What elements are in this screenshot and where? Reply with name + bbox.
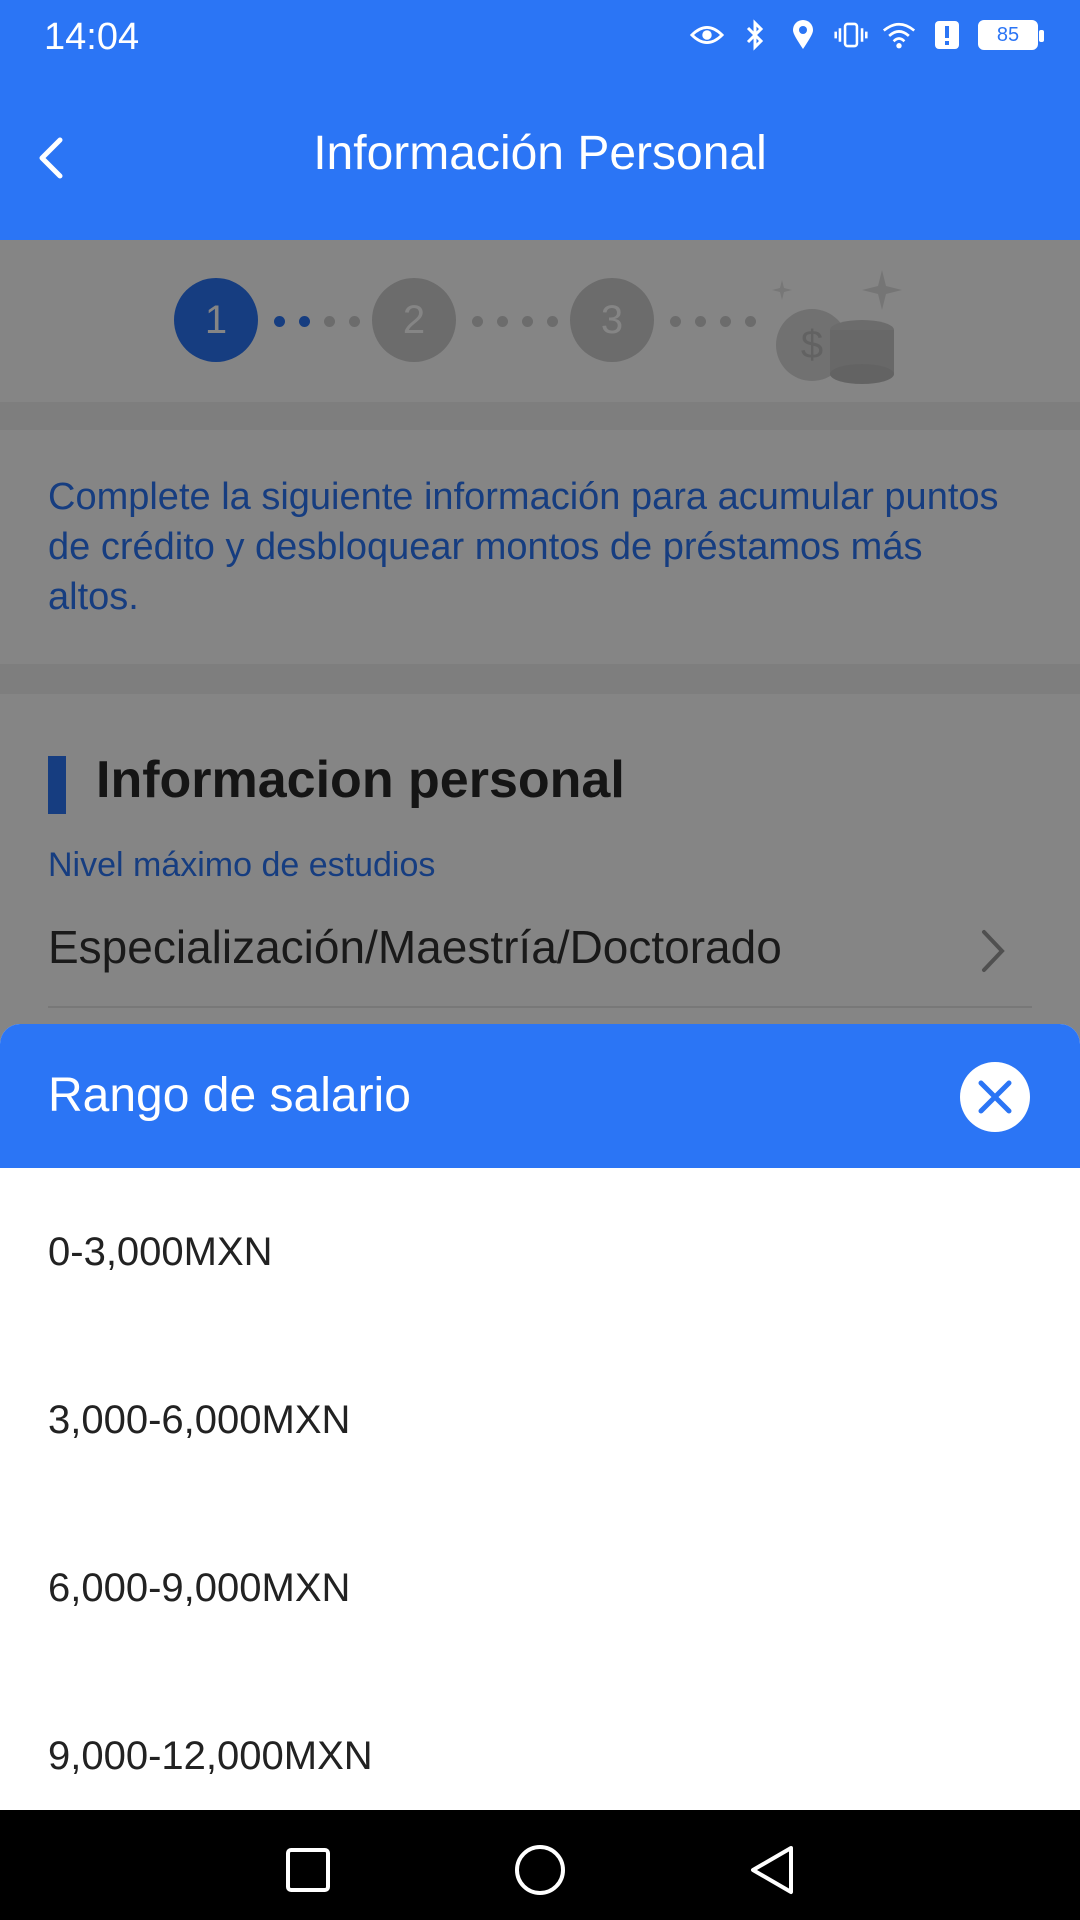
- location-icon: [786, 18, 820, 52]
- salary-option[interactable]: 6,000-9,000MXN: [48, 1566, 350, 1611]
- recents-button[interactable]: [278, 1840, 338, 1900]
- close-button[interactable]: [960, 1062, 1030, 1132]
- sheet-header: Rango de salario: [0, 1024, 1080, 1168]
- battery-icon: 85: [978, 20, 1044, 50]
- square-icon: [286, 1848, 330, 1892]
- home-button[interactable]: [510, 1840, 570, 1900]
- status-time: 14:04: [44, 16, 140, 58]
- eye-icon: [690, 18, 724, 52]
- alert-icon: [930, 18, 964, 52]
- vibrate-icon: [834, 18, 868, 52]
- salary-option[interactable]: 0-3,000MXN: [48, 1230, 273, 1275]
- salary-option[interactable]: 9,000-12,000MXN: [48, 1734, 373, 1779]
- back-nav-button[interactable]: [742, 1840, 802, 1900]
- salary-range-sheet: Rango de salario 0-3,000MXN 3,000-6,000M…: [0, 1024, 1080, 1810]
- triangle-back-icon: [751, 1846, 793, 1894]
- page-title: Información Personal: [313, 127, 767, 180]
- system-nav-bar: [0, 1810, 1080, 1920]
- status-bar: 14:04 85: [0, 0, 1080, 76]
- app-bar: Información Personal: [0, 76, 1080, 240]
- wifi-icon: [882, 18, 916, 52]
- sheet-title: Rango de salario: [48, 1069, 411, 1122]
- close-icon: [978, 1080, 1012, 1114]
- status-icons: 85: [690, 18, 1044, 52]
- bluetooth-icon: [738, 18, 772, 52]
- salary-option[interactable]: 3,000-6,000MXN: [48, 1398, 350, 1443]
- circle-icon: [515, 1845, 565, 1895]
